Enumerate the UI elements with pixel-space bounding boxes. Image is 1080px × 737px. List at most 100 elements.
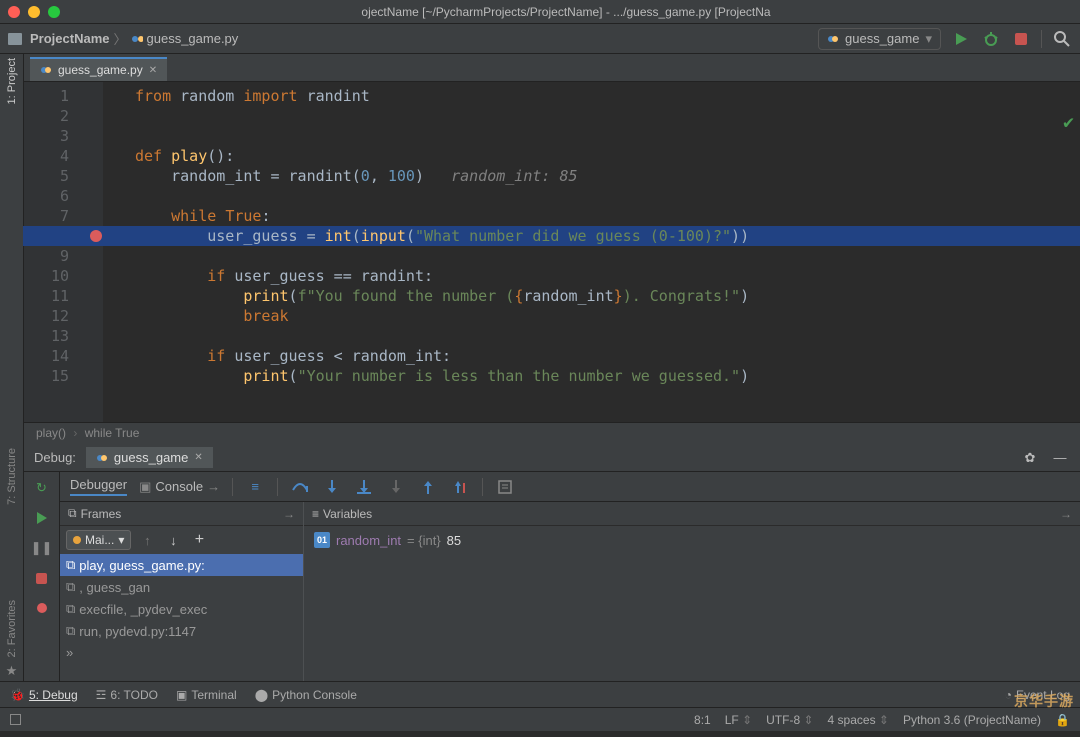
frames-list[interactable]: ⧉ play, guess_game.py:⧉ , guess_gan⧉ exe… xyxy=(60,554,303,681)
step-into-my-code-button[interactable] xyxy=(354,477,374,497)
navigation-bar: ProjectName 〉 guess_game.py guess_game ▾ xyxy=(0,24,1080,54)
run-to-cursor-button[interactable] xyxy=(450,477,470,497)
debug-session-tab[interactable]: guess_game ✕ xyxy=(86,447,213,468)
run-configuration-selector[interactable]: guess_game ▾ xyxy=(818,28,941,50)
frame-item[interactable]: ⧉ play, guess_game.py: xyxy=(60,554,303,576)
file-encoding[interactable]: UTF-8 ⇕ xyxy=(766,713,813,727)
frame-icon: ⧉ xyxy=(66,579,75,595)
python-icon: ⬤ xyxy=(255,688,268,702)
breadcrumb-file[interactable]: guess_game.py xyxy=(147,31,239,46)
variable-row[interactable]: 01 random_int = {int} 85 xyxy=(304,526,1080,554)
python-icon xyxy=(827,33,839,45)
line-number-gutter: 123456789101112131415 xyxy=(24,82,79,422)
int-type-icon: 01 xyxy=(314,532,330,548)
frame-item[interactable]: ⧉ , guess_gan xyxy=(60,576,303,598)
left-tool-strip: 1: Project xyxy=(0,54,24,444)
crumb-loop[interactable]: while True xyxy=(85,426,140,440)
rerun-button[interactable]: ↻ xyxy=(32,478,52,498)
python-file-icon xyxy=(40,64,52,76)
show-execution-point-button[interactable]: ≡ xyxy=(245,477,265,497)
frames-more-icon[interactable]: → xyxy=(283,507,295,521)
settings-icon[interactable]: ✿ xyxy=(1020,448,1040,468)
pause-button[interactable]: ❚❚ xyxy=(32,538,52,558)
favorites-toolwindow-tab[interactable]: 2: Favorites xyxy=(6,596,18,661)
frame-item[interactable]: ⧉ execfile, _pydev_exec xyxy=(60,598,303,620)
crumb-fn[interactable]: play() xyxy=(36,426,66,440)
lock-icon[interactable]: 🔒 xyxy=(1055,713,1070,727)
window-controls xyxy=(8,6,60,18)
window-title: ojectName [~/PycharmProjects/ProjectName… xyxy=(60,5,1072,19)
prev-frame-button[interactable]: ↑ xyxy=(137,530,157,550)
frames-header-icon: ⧉ xyxy=(68,506,77,521)
thread-selector[interactable]: Mai... ▾ xyxy=(66,530,131,550)
frame-item[interactable]: ⧉ run, pydevd.py:1147 xyxy=(60,620,303,642)
project-toolwindow-tab[interactable]: 1: Project xyxy=(6,54,18,108)
breadcrumb-project[interactable]: ProjectName xyxy=(30,31,109,46)
variables-panel: ≡ Variables → 01 random_int = {int} 85 xyxy=(304,502,1080,681)
view-breakpoints-button[interactable] xyxy=(32,598,52,618)
debug-toolwindow-tab[interactable]: 🐞5: Debug xyxy=(10,688,78,702)
evaluate-expression-button[interactable] xyxy=(495,477,515,497)
python-file-icon xyxy=(131,33,143,45)
minimize-panel-icon[interactable]: — xyxy=(1050,448,1070,468)
variables-more-icon[interactable]: → xyxy=(1060,507,1072,521)
console-tab[interactable]: ▣Console→ xyxy=(139,479,220,495)
folder-icon xyxy=(8,33,22,45)
log-icon: ◔ xyxy=(1005,688,1012,702)
python-console-toolwindow-tab[interactable]: ⬤Python Console xyxy=(255,688,357,702)
breakpoint-icon[interactable] xyxy=(90,230,102,242)
frames-panel: ⧉ Frames → Mai... ▾ ↑ xyxy=(60,502,304,681)
python-interpreter[interactable]: Python 3.6 (ProjectName) xyxy=(903,713,1041,727)
stop-button[interactable] xyxy=(1011,29,1031,49)
structure-toolwindow-tab[interactable]: 7: Structure xyxy=(6,444,18,509)
debugger-tab[interactable]: Debugger xyxy=(70,477,127,496)
watermark: 京华手游 xyxy=(1014,691,1074,711)
force-step-into-button[interactable] xyxy=(386,477,406,497)
editor-tab[interactable]: guess_game.py ✕ xyxy=(30,57,167,81)
close-window-icon[interactable] xyxy=(8,6,20,18)
close-icon[interactable]: ✕ xyxy=(149,65,157,76)
editor-tabs: guess_game.py ✕ xyxy=(24,54,1080,82)
star-icon: ★ xyxy=(6,661,18,681)
debug-button[interactable] xyxy=(981,29,1001,49)
run-config-name: guess_game xyxy=(845,31,919,46)
line-separator[interactable]: LF ⇕ xyxy=(725,713,752,727)
next-frame-button[interactable]: ↓ xyxy=(163,530,183,550)
resume-button[interactable] xyxy=(32,508,52,528)
frame-icon: ⧉ xyxy=(66,601,75,617)
breadcrumb-sep: 〉 xyxy=(113,29,126,48)
todo-toolwindow-tab[interactable]: ☲6: TODO xyxy=(96,688,158,702)
debug-title: Debug: xyxy=(34,450,76,465)
code-editor[interactable]: ✔ 123456789101112131415 from random impo… xyxy=(24,82,1080,422)
debug-side-toolbar: ↻ ❚❚ xyxy=(24,472,60,681)
thread-status-icon xyxy=(73,536,81,544)
python-icon xyxy=(96,452,108,464)
frame-icon: ⧉ xyxy=(66,557,75,573)
step-out-button[interactable] xyxy=(418,477,438,497)
structure-breadcrumb: play() › while True xyxy=(24,422,1080,444)
variables-list[interactable]: 01 random_int = {int} 85 xyxy=(304,526,1080,554)
step-into-button[interactable] xyxy=(322,477,342,497)
step-over-button[interactable] xyxy=(290,477,310,497)
caret-position[interactable]: 8:1 xyxy=(694,713,711,727)
title-bar: ojectName [~/PycharmProjects/ProjectName… xyxy=(0,0,1080,24)
run-button[interactable] xyxy=(951,29,971,49)
search-icon[interactable] xyxy=(1052,29,1072,49)
minimize-window-icon[interactable] xyxy=(28,6,40,18)
close-icon[interactable]: ✕ xyxy=(194,452,202,463)
indent-setting[interactable]: 4 spaces ⇕ xyxy=(828,713,889,727)
chevron-down-icon: ▾ xyxy=(925,31,932,47)
list-icon: ☲ xyxy=(96,688,107,702)
debug-header: Debug: guess_game ✕ ✿ — xyxy=(24,444,1080,472)
bug-icon: 🐞 xyxy=(10,688,25,702)
stop-debug-button[interactable] xyxy=(32,568,52,588)
bottom-tool-tabs: 🐞5: Debug ☲6: TODO ▣Terminal ⬤Python Con… xyxy=(0,681,1080,707)
maximize-window-icon[interactable] xyxy=(48,6,60,18)
add-thread-button[interactable]: + xyxy=(189,530,209,550)
terminal-toolwindow-tab[interactable]: ▣Terminal xyxy=(176,688,237,702)
frames-header: Frames xyxy=(81,507,122,521)
tool-windows-icon[interactable] xyxy=(10,714,21,725)
left-tool-strip-lower: 7: Structure 2: Favorites ★ xyxy=(0,444,24,681)
variables-header: Variables xyxy=(323,507,372,521)
frame-icon: ⧉ xyxy=(66,623,75,639)
